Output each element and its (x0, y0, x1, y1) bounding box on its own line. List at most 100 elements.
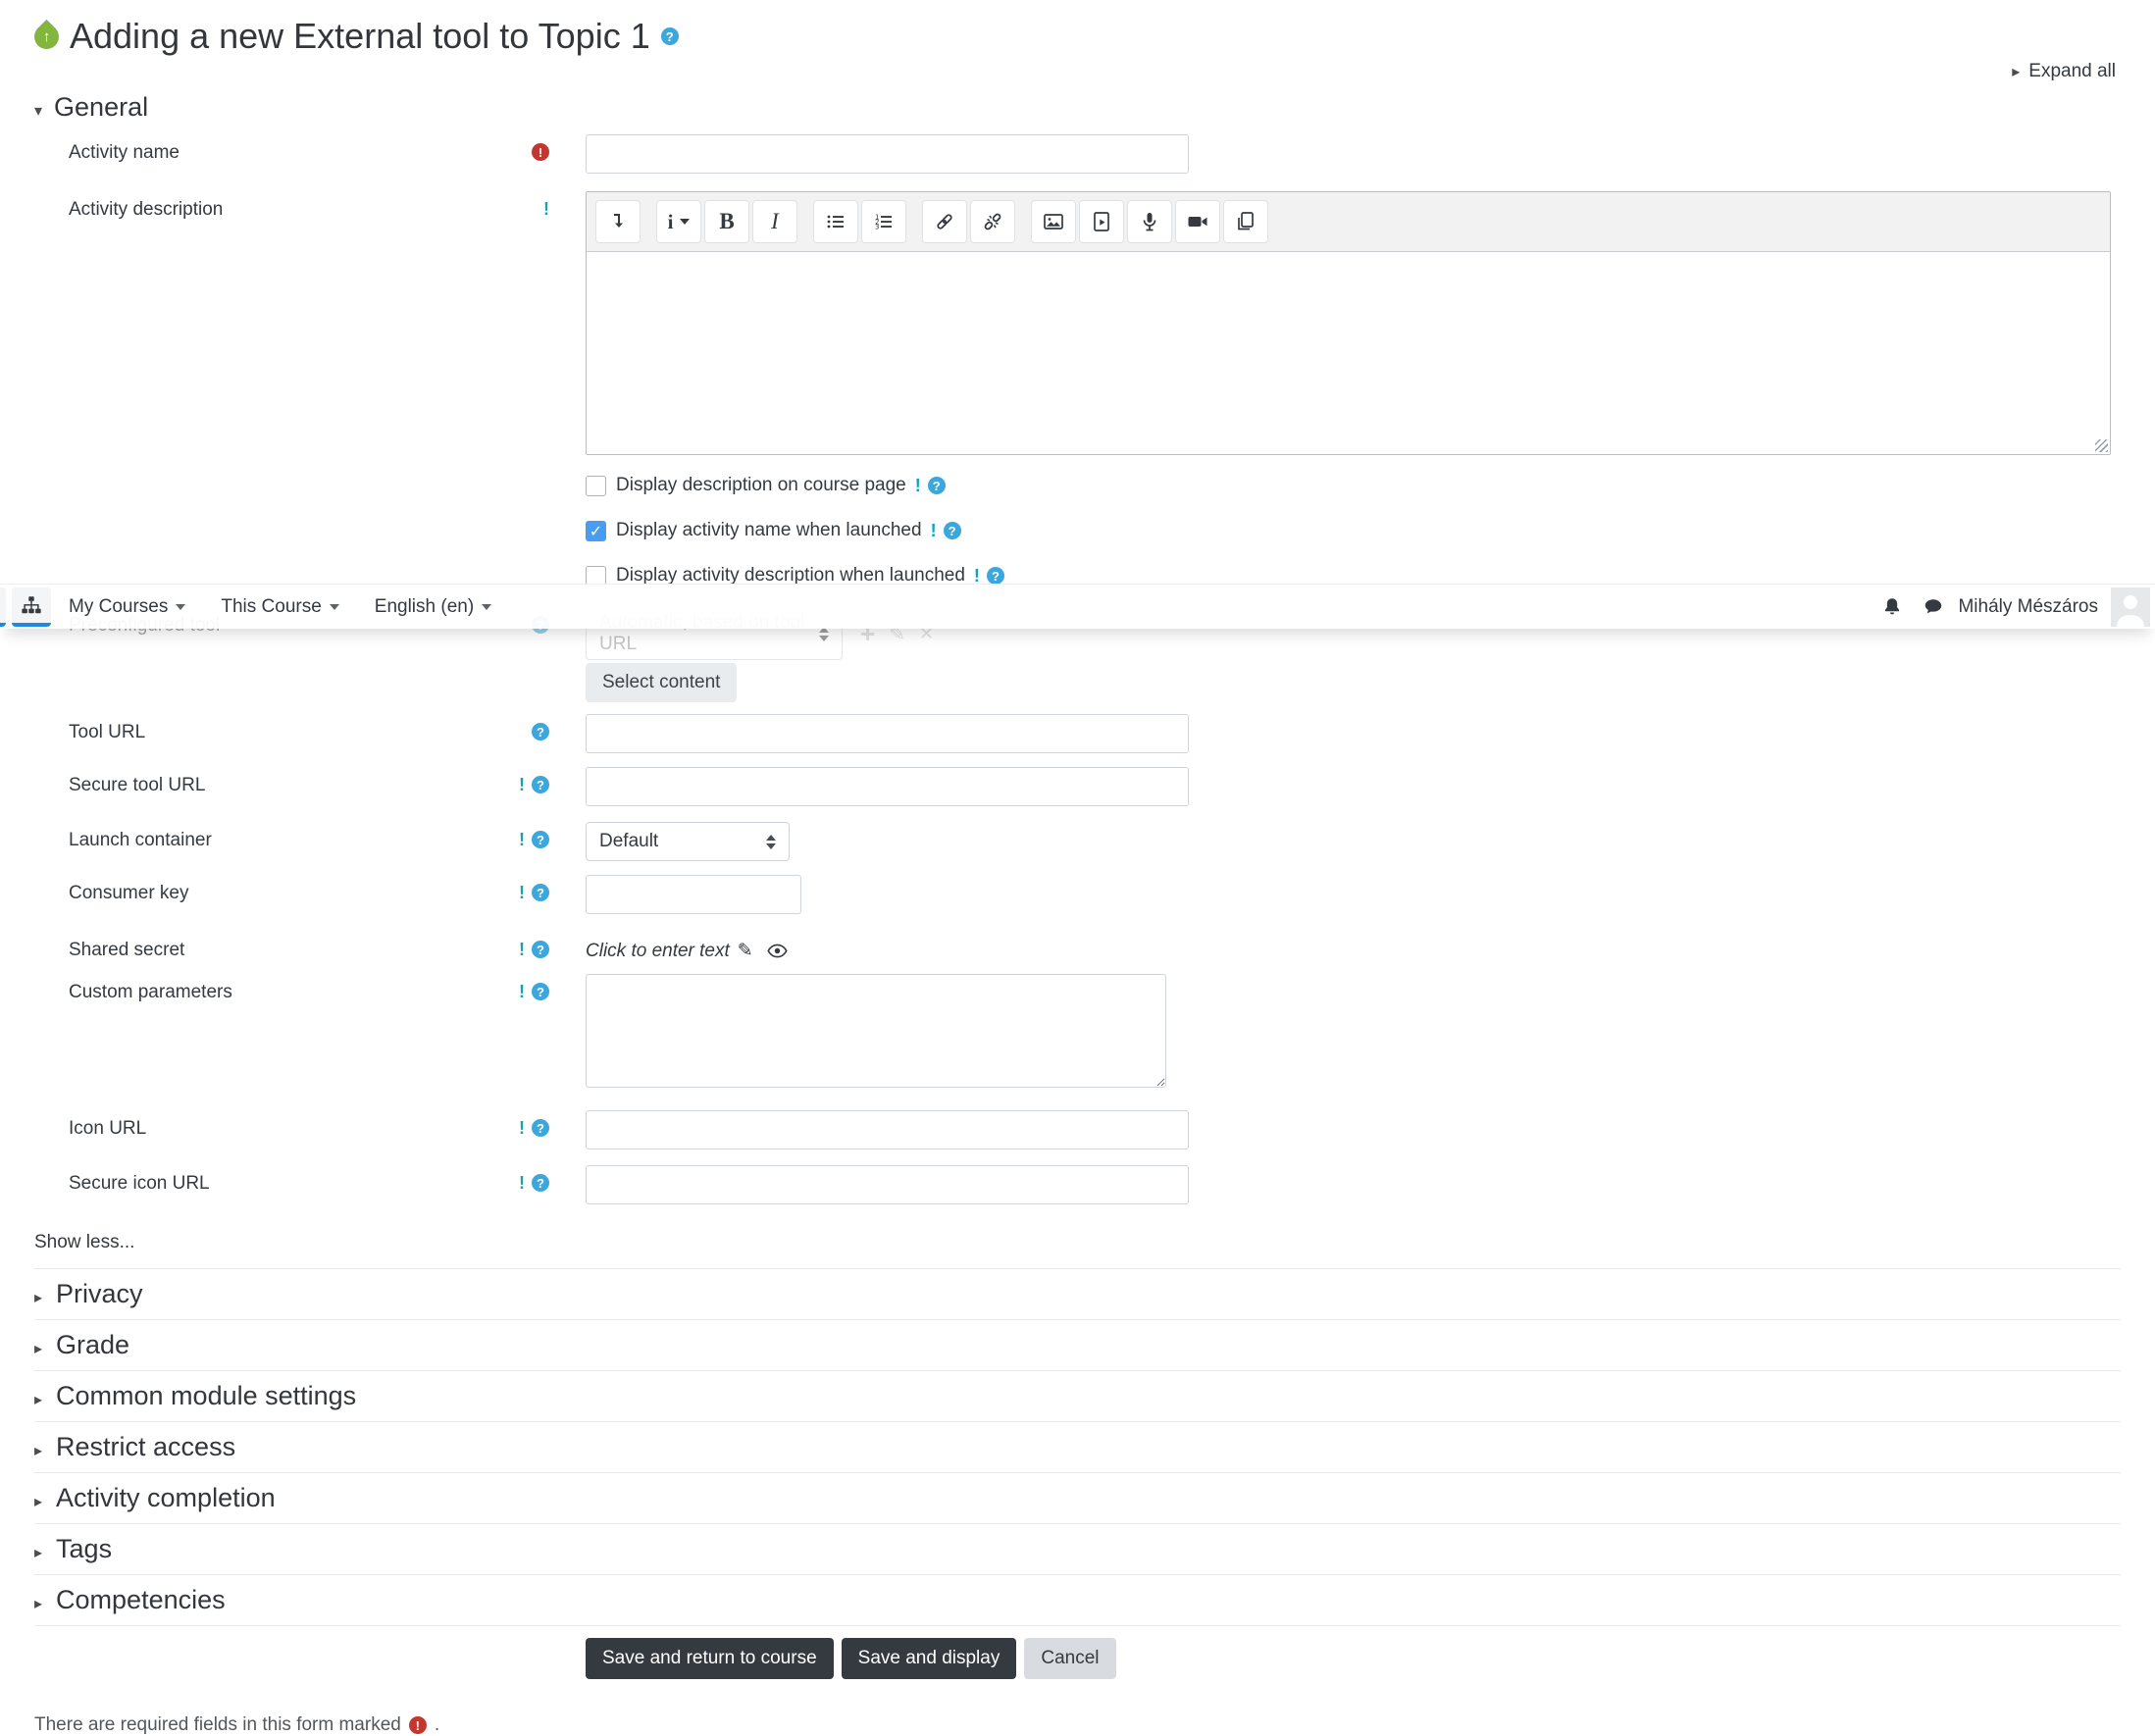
editor-toolbar: i B I 123 (587, 192, 2110, 252)
unlink-icon[interactable] (970, 200, 1015, 243)
chevron-right-icon (34, 1585, 42, 1615)
section-restrict-access[interactable]: Restrict access (34, 1422, 2121, 1473)
icon-url-label: Icon URL (69, 1118, 147, 1139)
tool-url-input[interactable] (586, 714, 1189, 753)
display-description-checkbox[interactable] (586, 475, 606, 496)
ordered-list-icon[interactable]: 123 (861, 200, 906, 243)
advanced-icon (543, 200, 549, 218)
image-icon[interactable] (1031, 200, 1076, 243)
help-icon[interactable] (532, 1119, 549, 1137)
unordered-list-icon[interactable] (813, 200, 858, 243)
nav-this-course[interactable]: This Course (213, 590, 346, 624)
activity-description-label: Activity description (69, 199, 224, 220)
launch-container-label: Launch container (69, 830, 212, 850)
chevron-right-icon (34, 1330, 42, 1360)
launch-container-select[interactable]: Default (586, 822, 790, 861)
cancel-button[interactable]: Cancel (1024, 1638, 1116, 1679)
show-less-link[interactable]: Show less... (34, 1232, 134, 1252)
advanced-icon (974, 567, 980, 585)
advanced-icon (519, 831, 525, 848)
nav-drawer-button[interactable] (0, 587, 6, 627)
section-label: Common module settings (56, 1381, 357, 1410)
chevron-right-icon (2012, 61, 2020, 82)
media-icon[interactable] (1079, 200, 1124, 243)
field-row-tool-url: Tool URL (0, 714, 2155, 753)
record-audio-icon[interactable] (1127, 200, 1172, 243)
save-return-button[interactable]: Save and return to course (586, 1638, 834, 1679)
help-icon[interactable] (532, 941, 549, 958)
required-fields-text: There are required fields in this form m… (34, 1714, 401, 1735)
section-general-header[interactable]: General (34, 92, 2155, 123)
chevron-right-icon (34, 1483, 42, 1513)
help-icon[interactable] (927, 477, 946, 494)
record-video-icon[interactable] (1175, 200, 1220, 243)
help-icon[interactable] (532, 1174, 549, 1192)
paragraph-styles-icon[interactable]: i (656, 200, 701, 243)
link-icon[interactable] (922, 200, 967, 243)
section-privacy[interactable]: Privacy (34, 1269, 2121, 1320)
nav-item-label: This Course (221, 595, 322, 617)
advanced-icon (519, 1119, 525, 1137)
advanced-icon (519, 776, 525, 793)
help-icon[interactable] (532, 983, 549, 1000)
avatar[interactable] (2111, 587, 2150, 627)
edit-pencil-icon[interactable] (738, 940, 753, 962)
expand-all-label: Expand all (2028, 61, 2116, 81)
svg-text:3: 3 (875, 224, 879, 231)
messages-icon[interactable] (1919, 592, 1948, 622)
display-activity-name-checkbox[interactable] (586, 520, 606, 541)
consumer-key-label: Consumer key (69, 883, 189, 903)
description-editor-content[interactable] (587, 252, 2110, 454)
shared-secret-value[interactable]: Click to enter text (586, 941, 730, 962)
field-row-consumer-key: Consumer key (0, 875, 2155, 914)
sitemap-icon[interactable] (12, 587, 51, 627)
italic-icon[interactable]: I (752, 200, 797, 243)
section-activity-completion[interactable]: Activity completion (34, 1473, 2121, 1524)
activity-name-input[interactable] (586, 134, 1189, 174)
form-actions: Save and return to course Save and displ… (586, 1638, 2155, 1679)
field-row-activity-name: Activity name (0, 134, 2155, 174)
consumer-key-input[interactable] (586, 875, 801, 914)
activity-name-label: Activity name (69, 142, 180, 163)
bold-icon[interactable]: B (704, 200, 749, 243)
caret-down-icon (176, 603, 186, 610)
toolbar-toggle-icon[interactable] (595, 200, 641, 243)
section-tags[interactable]: Tags (34, 1524, 2121, 1575)
help-icon[interactable] (532, 723, 549, 740)
required-fields-suffix: . (434, 1714, 440, 1735)
nav-my-courses[interactable]: My Courses (61, 590, 193, 624)
secure-tool-url-input[interactable] (586, 767, 1189, 806)
notifications-bell-icon[interactable] (1877, 592, 1907, 622)
section-competencies[interactable]: Competencies (34, 1575, 2121, 1626)
field-row-secure-icon-url: Secure icon URL (0, 1165, 2155, 1204)
icon-url-input[interactable] (586, 1110, 1189, 1149)
section-label: Grade (56, 1330, 130, 1359)
help-icon[interactable] (532, 884, 549, 901)
caret-down-icon (329, 603, 339, 610)
nav-language[interactable]: English (en) (367, 590, 499, 624)
checkbox-label: Display activity name when launched (616, 520, 922, 540)
save-display-button[interactable]: Save and display (841, 1638, 1017, 1679)
help-icon[interactable] (532, 776, 549, 793)
section-common-module-settings[interactable]: Common module settings (34, 1371, 2121, 1422)
secure-icon-url-input[interactable] (586, 1165, 1189, 1204)
section-label: Privacy (56, 1279, 143, 1308)
nav-user-area: Mihály Mészáros (1877, 587, 2155, 627)
help-icon[interactable] (986, 567, 1004, 585)
help-icon[interactable] (532, 831, 549, 848)
user-name[interactable]: Mihály Mészáros (1958, 596, 2098, 618)
field-row-launch-container: Launch container Default (0, 822, 2155, 861)
help-icon[interactable] (660, 27, 679, 45)
help-icon[interactable] (943, 522, 961, 539)
custom-parameters-textarea[interactable] (586, 974, 1166, 1088)
collapsed-sections: Privacy Grade Common module settings Res… (34, 1269, 2121, 1626)
external-tool-icon: ↑ (28, 19, 65, 54)
field-row-shared-secret: Shared secret Click to enter text (0, 940, 2155, 962)
expand-all-link[interactable]: Expand all (2012, 61, 2116, 82)
eye-icon[interactable] (767, 941, 788, 961)
caret-down-icon (482, 603, 492, 610)
checkbox-label: Display description on course page (616, 475, 906, 495)
manage-files-icon[interactable] (1223, 200, 1268, 243)
select-content-button[interactable]: Select content (586, 663, 738, 702)
section-grade[interactable]: Grade (34, 1320, 2121, 1371)
